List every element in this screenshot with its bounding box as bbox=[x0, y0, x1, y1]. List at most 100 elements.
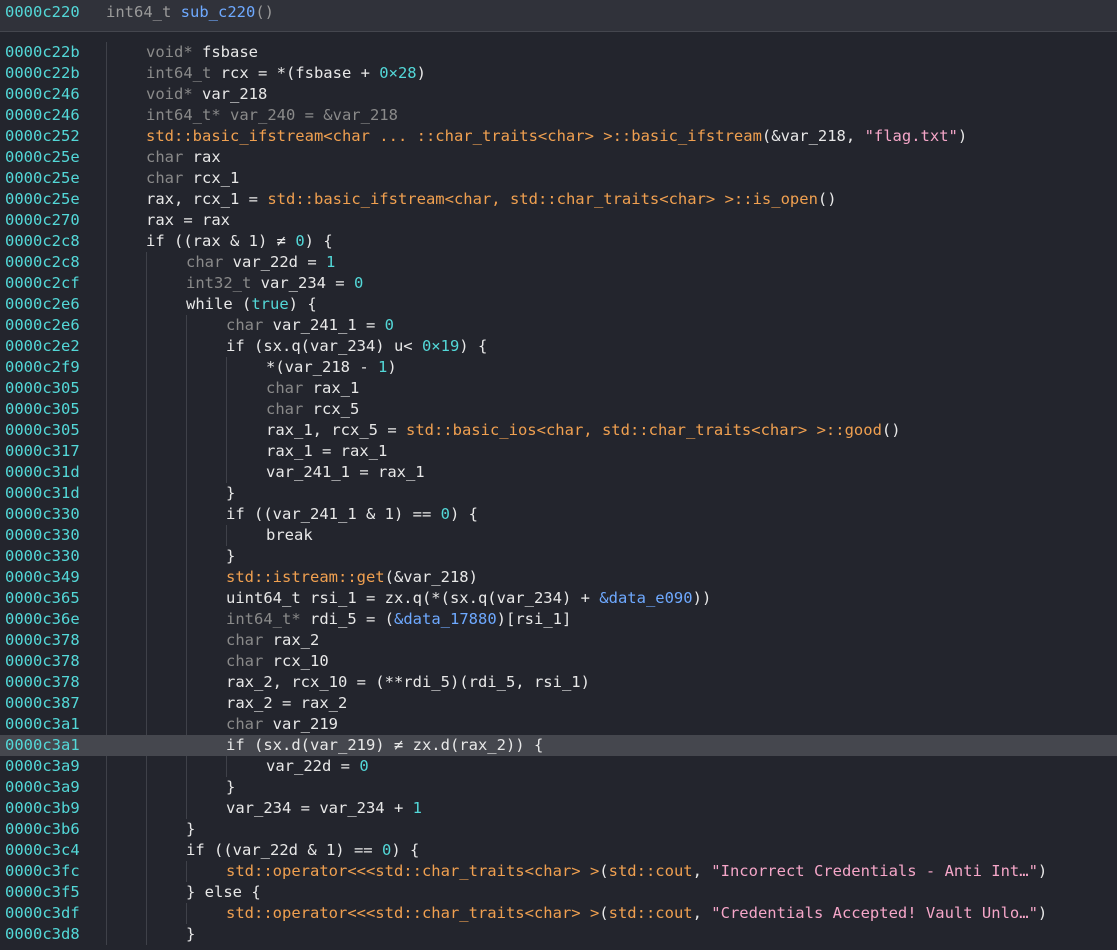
line-address[interactable]: 0000c3df bbox=[5, 903, 80, 924]
line-address[interactable]: 0000c2e2 bbox=[5, 336, 80, 357]
line-address[interactable]: 0000c317 bbox=[5, 441, 80, 462]
code-line[interactable]: 0000c270 rax = rax bbox=[0, 210, 1117, 231]
line-address[interactable]: 0000c25e bbox=[5, 168, 80, 189]
line-code[interactable]: int32_t var_234 = 0 bbox=[186, 273, 363, 294]
code-line[interactable]: 0000c22b int64_t rcx = *(fsbase + 0×28) bbox=[0, 63, 1117, 84]
code-line[interactable]: 0000c3a1 if (sx.d(var_219) ≠ zx.d(rax_2))… bbox=[0, 735, 1117, 756]
line-code[interactable]: var_22d = 0 bbox=[266, 756, 369, 777]
code-line[interactable]: 0000c378 char rax_2 bbox=[0, 630, 1117, 651]
line-code[interactable]: if ((var_241_1 & 1) == 0) { bbox=[226, 504, 478, 525]
line-address[interactable]: 0000c2cf bbox=[5, 273, 80, 294]
code-line[interactable]: 0000c330} bbox=[0, 546, 1117, 567]
code-line[interactable]: 0000c31d} bbox=[0, 483, 1117, 504]
line-code[interactable]: char rcx_10 bbox=[226, 651, 329, 672]
code-line[interactable]: 0000c378 rax_2, rcx_10 = (**rdi_5)(rdi_5,… bbox=[0, 672, 1117, 693]
line-code[interactable]: rax_2 = rax_2 bbox=[226, 693, 347, 714]
line-address[interactable]: 0000c2c8 bbox=[5, 252, 80, 273]
code-line[interactable]: 0000c3a9} bbox=[0, 777, 1117, 798]
line-code[interactable]: if (sx.q(var_234) u< 0×19) { bbox=[226, 336, 487, 357]
line-address[interactable]: 0000c2f9 bbox=[5, 357, 80, 378]
code-line[interactable]: 0000c3a9 var_22d = 0 bbox=[0, 756, 1117, 777]
line-address[interactable]: 0000c3a1 bbox=[5, 735, 80, 756]
code-line[interactable]: 0000c2e2 if (sx.q(var_234) u< 0×19) { bbox=[0, 336, 1117, 357]
line-code[interactable]: char rax_2 bbox=[226, 630, 319, 651]
line-address[interactable]: 0000c305 bbox=[5, 420, 80, 441]
line-code[interactable]: } bbox=[186, 819, 195, 840]
code-line[interactable]: 0000c252 std::basic_ifstream<char ... ::c… bbox=[0, 126, 1117, 147]
code-line[interactable]: 0000c349 std::istream::get(&var_218) bbox=[0, 567, 1117, 588]
line-address[interactable]: 0000c3d8 bbox=[5, 924, 80, 945]
code-line[interactable]: 0000c22b void* fsbase bbox=[0, 42, 1117, 63]
line-address[interactable]: 0000c365 bbox=[5, 588, 80, 609]
signature-function-name[interactable]: sub_c220 bbox=[181, 3, 256, 21]
line-code[interactable]: std::basic_ifstream<char ... ::char_trai… bbox=[146, 126, 967, 147]
line-address[interactable]: 0000c378 bbox=[5, 672, 80, 693]
code-line[interactable]: 0000c2c8 char var_22d = 1 bbox=[0, 252, 1117, 273]
line-address[interactable]: 0000c3a9 bbox=[5, 756, 80, 777]
line-address[interactable]: 0000c305 bbox=[5, 399, 80, 420]
code-line[interactable]: 0000c378 char rcx_10 bbox=[0, 651, 1117, 672]
line-code[interactable]: rax = rax bbox=[146, 210, 230, 231]
line-code[interactable]: break bbox=[266, 525, 313, 546]
code-line[interactable]: 0000c387 rax_2 = rax_2 bbox=[0, 693, 1117, 714]
code-line[interactable]: 0000c36e int64_t* rdi_5 = (&data_17880)[r… bbox=[0, 609, 1117, 630]
line-code[interactable]: char rax bbox=[146, 147, 221, 168]
line-code[interactable]: int64_t* rdi_5 = (&data_17880)[rsi_1] bbox=[226, 609, 571, 630]
code-line[interactable]: 0000c365 uint64_t rsi_1 = zx.q(*(sx.q(var… bbox=[0, 588, 1117, 609]
line-address[interactable]: 0000c305 bbox=[5, 378, 80, 399]
function-address[interactable]: 0000c220 bbox=[5, 3, 80, 21]
line-address[interactable]: 0000c2e6 bbox=[5, 315, 80, 336]
code-line[interactable]: 0000c305 char rax_1 bbox=[0, 378, 1117, 399]
line-code[interactable]: std::operator<<<std::char_traits<char> >… bbox=[226, 861, 1047, 882]
line-code[interactable]: rax, rcx_1 = std::basic_ifstream<char, s… bbox=[146, 189, 837, 210]
line-code[interactable]: uint64_t rsi_1 = zx.q(*(sx.q(var_234) + … bbox=[226, 588, 711, 609]
code-line[interactable]: 0000c330 break bbox=[0, 525, 1117, 546]
line-address[interactable]: 0000c3b9 bbox=[5, 798, 80, 819]
line-address[interactable]: 0000c25e bbox=[5, 147, 80, 168]
code-line[interactable]: 0000c2c8 if ((rax & 1) ≠ 0) { bbox=[0, 231, 1117, 252]
code-line[interactable]: 0000c305 rax_1, rcx_5 = std::basic_ios<ch… bbox=[0, 420, 1117, 441]
line-code[interactable]: char var_219 bbox=[226, 714, 338, 735]
code-line[interactable]: 0000c3f5} else { bbox=[0, 882, 1117, 903]
line-address[interactable]: 0000c330 bbox=[5, 525, 80, 546]
line-address[interactable]: 0000c3a1 bbox=[5, 714, 80, 735]
line-address[interactable]: 0000c387 bbox=[5, 693, 80, 714]
function-signature[interactable]: int64_t sub_c220() bbox=[106, 3, 274, 21]
line-code[interactable]: rax_1 = rax_1 bbox=[266, 441, 387, 462]
line-code[interactable]: } bbox=[226, 777, 235, 798]
code-line[interactable]: 0000c3b9 var_234 = var_234 + 1 bbox=[0, 798, 1117, 819]
line-address[interactable]: 0000c378 bbox=[5, 651, 80, 672]
line-address[interactable]: 0000c3a9 bbox=[5, 777, 80, 798]
line-code[interactable]: } bbox=[186, 924, 195, 945]
line-address[interactable]: 0000c270 bbox=[5, 210, 80, 231]
line-code[interactable]: if (sx.d(var_219) ≠ zx.d(rax_2)) { bbox=[226, 735, 543, 756]
code-line[interactable]: 0000c2e6 char var_241_1 = 0 bbox=[0, 315, 1117, 336]
line-address[interactable]: 0000c246 bbox=[5, 105, 80, 126]
line-code[interactable]: rax_2, rcx_10 = (**rdi_5)(rdi_5, rsi_1) bbox=[226, 672, 590, 693]
line-address[interactable]: 0000c22b bbox=[5, 63, 80, 84]
line-address[interactable]: 0000c378 bbox=[5, 630, 80, 651]
code-line[interactable]: 0000c330 if ((var_241_1 & 1) == 0) { bbox=[0, 504, 1117, 525]
line-address[interactable]: 0000c3fc bbox=[5, 861, 80, 882]
line-code[interactable]: void* var_218 bbox=[146, 84, 267, 105]
line-address[interactable]: 0000c22b bbox=[5, 42, 80, 63]
line-code[interactable]: if ((rax & 1) ≠ 0) { bbox=[146, 231, 333, 252]
line-address[interactable]: 0000c2c8 bbox=[5, 231, 80, 252]
line-code[interactable]: *(var_218 - 1) bbox=[266, 357, 397, 378]
code-line[interactable]: 0000c3c4 if ((var_22d & 1) == 0) { bbox=[0, 840, 1117, 861]
code-line[interactable]: 0000c3fc std::operator<<<std::char_traits… bbox=[0, 861, 1117, 882]
code-line[interactable]: 0000c3d8} bbox=[0, 924, 1117, 945]
line-code[interactable]: while (true) { bbox=[186, 294, 317, 315]
line-address[interactable]: 0000c3c4 bbox=[5, 840, 80, 861]
code-line[interactable]: 0000c317 rax_1 = rax_1 bbox=[0, 441, 1117, 462]
line-code[interactable]: rax_1, rcx_5 = std::basic_ios<char, std:… bbox=[266, 420, 901, 441]
code-line[interactable]: 0000c246 void* var_218 bbox=[0, 84, 1117, 105]
line-address[interactable]: 0000c3f5 bbox=[5, 882, 80, 903]
line-code[interactable]: } bbox=[226, 483, 235, 504]
line-address[interactable]: 0000c31d bbox=[5, 483, 80, 504]
line-code[interactable]: } bbox=[226, 546, 235, 567]
line-code[interactable]: char var_22d = 1 bbox=[186, 252, 335, 273]
line-code[interactable]: var_241_1 = rax_1 bbox=[266, 462, 425, 483]
line-address[interactable]: 0000c25e bbox=[5, 189, 80, 210]
code-line[interactable]: 0000c3a1 char var_219 bbox=[0, 714, 1117, 735]
